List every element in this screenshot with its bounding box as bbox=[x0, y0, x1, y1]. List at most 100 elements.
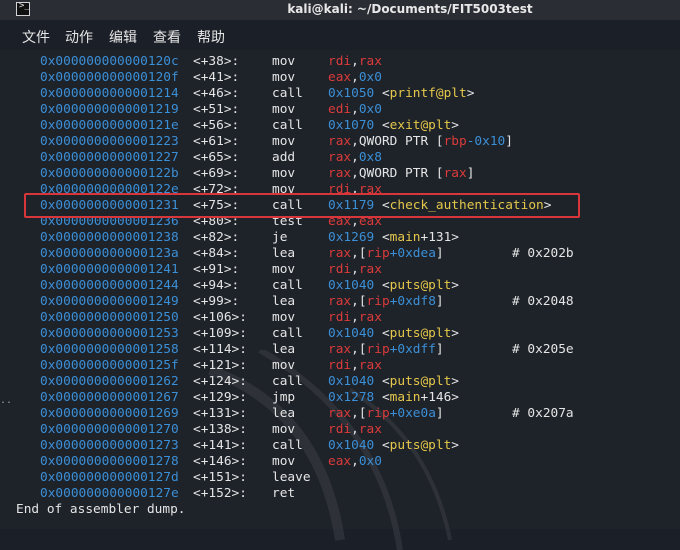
menu-view[interactable]: 查看 bbox=[153, 27, 181, 47]
instruction-mnemonic: mov bbox=[272, 358, 296, 373]
instruction-operands: eax,0x0 bbox=[328, 70, 382, 85]
instruction-address: 0x0000000000001267 bbox=[40, 390, 179, 405]
highlight-box bbox=[24, 193, 580, 218]
terminal-output[interactable]: 0x000000000000120c <+38>: mov rdi,rax 0x0000… bbox=[0, 50, 680, 550]
instruction-offset: <+41>: bbox=[193, 70, 240, 85]
instruction-mnemonic: lea bbox=[272, 406, 296, 421]
instruction-operands: 0x1278 <main+146> bbox=[328, 390, 460, 405]
instruction-offset: <+65>: bbox=[193, 150, 240, 165]
menu-action[interactable]: 动作 bbox=[65, 27, 93, 47]
instruction-offset: <+69>: bbox=[193, 166, 240, 181]
instruction-comment: # 0x2048 bbox=[512, 294, 574, 309]
instruction-mnemonic: mov bbox=[272, 102, 296, 117]
scroll-edge-mark: .. bbox=[0, 395, 13, 406]
instruction-address: 0x0000000000001223 bbox=[40, 134, 179, 149]
instruction-offset: <+151>: bbox=[193, 470, 247, 485]
instruction-operands: rdi,rax bbox=[328, 310, 382, 325]
instruction-address: 0x000000000000122b bbox=[40, 166, 179, 181]
instruction-operands: 0x1040 <puts@plt> bbox=[328, 326, 460, 341]
instruction-address: 0x000000000000121e bbox=[40, 118, 179, 133]
instruction-operands: 0x1070 <exit@plt> bbox=[328, 118, 460, 133]
instruction-offset: <+56>: bbox=[193, 118, 240, 133]
instruction-address: 0x0000000000001253 bbox=[40, 326, 179, 341]
instruction-operands: rax,QWORD PTR [rax] bbox=[328, 166, 475, 181]
instruction-offset: <+46>: bbox=[193, 86, 240, 101]
instruction-mnemonic: lea bbox=[272, 294, 296, 309]
instruction-address: 0x0000000000001273 bbox=[40, 438, 179, 453]
instruction-address: 0x0000000000001214 bbox=[40, 86, 179, 101]
instruction-address: 0x0000000000001269 bbox=[40, 406, 179, 421]
instruction-operands: rdi,rax bbox=[328, 54, 382, 69]
instruction-address: 0x000000000000127e bbox=[40, 486, 179, 501]
instruction-offset: <+146>: bbox=[193, 454, 247, 469]
instruction-mnemonic: call bbox=[272, 118, 303, 133]
instruction-operands: 0x1040 <puts@plt> bbox=[328, 374, 460, 389]
instruction-offset: <+38>: bbox=[193, 54, 240, 69]
window-title: kali@kali: ~/Documents/FIT5003test bbox=[287, 2, 533, 16]
instruction-offset: <+121>: bbox=[193, 358, 247, 373]
instruction-address: 0x0000000000001219 bbox=[40, 102, 179, 117]
instruction-mnemonic: lea bbox=[272, 246, 296, 261]
instruction-mnemonic: mov bbox=[272, 454, 296, 469]
instruction-mnemonic: call bbox=[272, 374, 303, 389]
instruction-operands: 0x1040 <puts@plt> bbox=[328, 278, 460, 293]
instruction-address: 0x0000000000001258 bbox=[40, 342, 179, 357]
menu-edit[interactable]: 编辑 bbox=[109, 27, 137, 47]
menu-help[interactable]: 帮助 bbox=[197, 27, 225, 47]
instruction-mnemonic: mov bbox=[272, 262, 296, 277]
instruction-offset: <+109>: bbox=[193, 326, 247, 341]
instruction-offset: <+99>: bbox=[193, 294, 240, 309]
instruction-offset: <+138>: bbox=[193, 422, 247, 437]
instruction-operands: rax,QWORD PTR [rbp-0x10] bbox=[328, 134, 513, 149]
instruction-offset: <+61>: bbox=[193, 134, 240, 149]
instruction-operands: rax,[rip+0xdf8] bbox=[328, 294, 444, 309]
instruction-offset: <+94>: bbox=[193, 278, 240, 293]
instruction-mnemonic: leave bbox=[272, 470, 311, 485]
instruction-operands: rax,[rip+0xe0a] bbox=[328, 406, 444, 421]
instruction-mnemonic: call bbox=[272, 278, 303, 293]
instruction-address: 0x0000000000001278 bbox=[40, 454, 179, 469]
instruction-operands: 0x1040 <puts@plt> bbox=[328, 438, 460, 453]
instruction-operands: rdi,rax bbox=[328, 422, 382, 437]
instruction-offset: <+114>: bbox=[193, 342, 247, 357]
instruction-offset: <+82>: bbox=[193, 230, 240, 245]
instruction-operands: 0x1269 <main+131> bbox=[328, 230, 460, 245]
instruction-offset: <+124>: bbox=[193, 374, 247, 389]
instruction-mnemonic: lea bbox=[272, 342, 296, 357]
instruction-offset: <+152>: bbox=[193, 486, 247, 501]
instruction-operands: rax,[rip+0xdff] bbox=[328, 342, 444, 357]
instruction-operands: eax,0x0 bbox=[328, 454, 382, 469]
instruction-operands: rax,[rip+0xdea] bbox=[328, 246, 444, 261]
instruction-mnemonic: mov bbox=[272, 134, 296, 149]
instruction-offset: <+84>: bbox=[193, 246, 240, 261]
instruction-address: 0x0000000000001262 bbox=[40, 374, 179, 389]
instruction-mnemonic: call bbox=[272, 438, 303, 453]
instruction-address: 0x0000000000001270 bbox=[40, 422, 179, 437]
instruction-address: 0x0000000000001241 bbox=[40, 262, 179, 277]
instruction-operands: rdi,rax bbox=[328, 358, 382, 373]
title-bar: >_ kali@kali: ~/Documents/FIT5003test bbox=[0, 0, 680, 20]
instruction-mnemonic: jmp bbox=[272, 390, 296, 405]
instruction-mnemonic: call bbox=[272, 326, 303, 341]
instruction-offset: <+91>: bbox=[193, 262, 240, 277]
instruction-mnemonic: je bbox=[272, 230, 288, 245]
instruction-mnemonic: add bbox=[272, 150, 296, 165]
instruction-offset: <+131>: bbox=[193, 406, 247, 421]
instruction-comment: # 0x207a bbox=[512, 406, 574, 421]
instruction-address: 0x000000000000127d bbox=[40, 470, 179, 485]
instruction-mnemonic: ret bbox=[272, 486, 296, 501]
instruction-offset: <+141>: bbox=[193, 438, 247, 453]
instruction-operands: 0x1050 <printf@plt> bbox=[328, 86, 475, 101]
instruction-mnemonic: mov bbox=[272, 422, 296, 437]
end-message: End of assembler dump. bbox=[16, 502, 186, 517]
instruction-address: 0x0000000000001244 bbox=[40, 278, 179, 293]
instruction-address: 0x0000000000001227 bbox=[40, 150, 179, 165]
instruction-mnemonic: mov bbox=[272, 166, 296, 181]
menu-bar: 文件 动作 编辑 查看 帮助 bbox=[0, 20, 680, 50]
instruction-mnemonic: call bbox=[272, 86, 303, 101]
instruction-mnemonic: mov bbox=[272, 70, 296, 85]
instruction-address: 0x000000000000123a bbox=[40, 246, 179, 261]
instruction-operands: edi,0x0 bbox=[328, 102, 382, 117]
menu-file[interactable]: 文件 bbox=[22, 27, 50, 47]
instruction-operands: rdi,rax bbox=[328, 262, 382, 277]
